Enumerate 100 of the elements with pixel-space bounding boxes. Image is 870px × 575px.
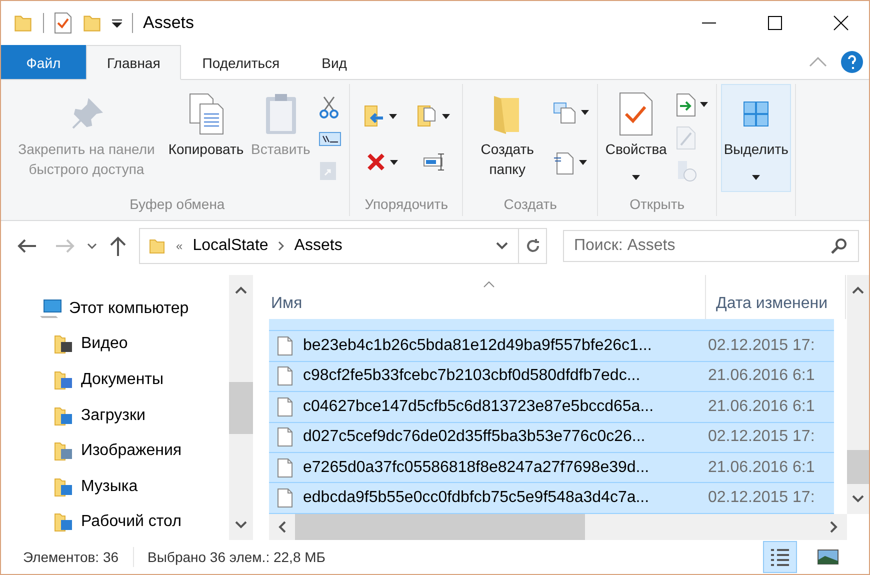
move-to-icon	[362, 104, 385, 128]
folder-icon	[82, 13, 102, 33]
folder-icon	[13, 13, 33, 33]
scroll-thumb[interactable]	[229, 382, 253, 434]
window-title: Assets	[143, 13, 194, 33]
scrollbar[interactable]	[229, 275, 253, 540]
sidebar-item[interactable]: Документы	[1, 362, 229, 398]
horizontal-scrollbar[interactable]	[269, 514, 847, 540]
scroll-thumb[interactable]	[847, 450, 869, 484]
caret-icon	[390, 160, 398, 164]
caret-icon	[700, 102, 708, 108]
scroll-right-icon[interactable]	[830, 521, 838, 533]
chevron-down-icon[interactable]	[496, 242, 508, 250]
file-row[interactable]: c98cf2fe5b33fcebc7b2103cbf0d580dfdfb7edc... 21.06.2016 6:1	[269, 362, 834, 392]
group-label: Упорядочить	[364, 195, 449, 214]
select-all-icon	[743, 101, 770, 127]
easy-access-icon	[553, 150, 576, 174]
group-label: Создать	[502, 195, 558, 214]
file-icon	[277, 488, 293, 508]
details-view-icon	[770, 547, 790, 567]
paste-shortcut-icon	[319, 159, 338, 182]
breadcrumb[interactable]: LocalState	[192, 237, 268, 255]
library-folder-icon	[53, 404, 75, 427]
rename-icon	[422, 152, 447, 172]
copy-to-icon	[416, 104, 438, 128]
file-icon	[277, 396, 293, 417]
scroll-left-icon[interactable]	[278, 521, 286, 533]
sidebar-item[interactable]: Изображения	[1, 433, 229, 469]
folder-icon	[148, 237, 166, 255]
file-icon	[277, 336, 293, 356]
modified-date: 02.12.2015 17:	[707, 336, 815, 355]
open-icon	[676, 92, 696, 117]
help-icon[interactable]	[841, 51, 863, 73]
scroll-down-icon[interactable]	[852, 495, 864, 503]
file-row[interactable]: c04627bce147d5cfb5c6d813723e87e5bccd65a... 21.06.2016 6:1	[269, 392, 834, 423]
address-bar[interactable]: « LocalState Assets	[139, 228, 547, 264]
scroll-up-icon[interactable]	[235, 286, 247, 294]
caret-icon	[752, 175, 760, 180]
scroll-down-icon[interactable]	[235, 521, 247, 529]
details-view-button[interactable]	[763, 541, 797, 573]
chevron-right-icon[interactable]	[278, 241, 284, 251]
scroll-thumb[interactable]	[295, 514, 585, 540]
modified-date: 02.12.2015 17:	[707, 489, 815, 508]
library-folder-icon	[53, 476, 75, 498]
minimize-icon	[702, 22, 716, 24]
ribbon-button[interactable]: Выделить	[720, 84, 792, 192]
group-label: Открыть	[628, 195, 686, 214]
modified-date: 21.06.2016 6:1	[707, 398, 815, 416]
file-menu-tab[interactable]: Файл	[1, 45, 86, 79]
maximize-icon	[768, 16, 782, 30]
ribbon-button[interactable]: Создать папку	[467, 84, 548, 192]
file-name: be23eb4c1b26c5bda81e12d49ba9f557bfe26c1...	[303, 336, 652, 355]
file-row[interactable]: d027c5cef9dc76de02d35ff5ba3b53e776c0c26... 02.12.2015 17:	[269, 422, 834, 454]
sort-ascending-icon	[483, 281, 495, 288]
tiles-view-icon	[817, 549, 839, 565]
sidebar-item[interactable]: Видео	[1, 326, 229, 362]
library-folder-icon	[53, 440, 75, 462]
overflow-chevron[interactable]: «	[176, 239, 183, 253]
search-icon	[831, 238, 847, 254]
file-name: e7265d0a37fc05586818f8e8247a27f7698e39d...	[303, 458, 650, 477]
file-row[interactable]: edbcda9f5b55e0cc0fdbfcb75c5e9f548a3d4c7a... 02.12.2015 17:	[269, 483, 834, 514]
ribbon-button[interactable]: Свойства	[602, 84, 670, 192]
sidebar-item[interactable]: Музыка	[1, 468, 229, 504]
dropdown-icon[interactable]	[112, 18, 122, 28]
close-icon	[833, 15, 849, 31]
scroll-up-icon[interactable]	[852, 286, 864, 294]
history-icon	[676, 159, 698, 184]
sidebar-item[interactable]: Этот компьютер	[1, 291, 229, 327]
scissors-icon	[319, 94, 340, 119]
ribbon-small-button[interactable]	[317, 130, 344, 148]
caret-icon	[442, 114, 450, 118]
delete-icon	[366, 152, 386, 172]
copy-path-icon	[319, 132, 342, 146]
sidebar-item[interactable]: Рабочий стол	[1, 504, 229, 540]
file-name: c98cf2fe5b33fcebc7b2103cbf0d580dfdfb7edc...	[303, 367, 640, 386]
file-name: c04627bce147d5cfb5c6d813723e87e5bccd65a...	[303, 398, 654, 416]
computer-icon	[39, 298, 63, 319]
new-item-icon	[553, 102, 578, 124]
group-label: Буфер обмена	[128, 195, 226, 214]
properties-icon	[619, 92, 654, 136]
library-folder-icon	[53, 333, 75, 356]
ribbon-button[interactable]: Копировать	[166, 84, 246, 192]
scrollbar[interactable]	[847, 275, 869, 514]
file-name: d027c5cef9dc76de02d35ff5ba3b53e776c0c26...	[303, 428, 646, 446]
search-field[interactable]: Поиск: Assets	[563, 230, 859, 262]
selection-info: Выбрано 36 элем.: 22,8 МБ	[148, 549, 326, 565]
collapse-ribbon-icon[interactable]	[809, 57, 827, 67]
breadcrumb[interactable]: Assets	[294, 237, 342, 255]
file-icon	[277, 366, 293, 386]
modified-date: 02.12.2015 17:	[707, 428, 815, 446]
file-row[interactable]: be23eb4c1b26c5bda81e12d49ba9f557bfe26c1... 02.12.2015 17:	[269, 331, 834, 362]
sidebar-item[interactable]: Загрузки	[1, 398, 229, 434]
ribbon-tab[interactable]: Главная	[86, 45, 182, 80]
recent-locations-icon[interactable]	[87, 243, 97, 249]
modified-date: 21.06.2016 6:1	[707, 367, 815, 386]
file-row[interactable]: e7265d0a37fc05586818f8e8247a27f7698e39d... 21.06.2016 6:1	[269, 453, 834, 484]
properties-icon[interactable]	[54, 12, 72, 34]
refresh-icon	[524, 238, 540, 254]
library-folder-icon	[53, 511, 75, 534]
caret-icon	[388, 114, 397, 118]
